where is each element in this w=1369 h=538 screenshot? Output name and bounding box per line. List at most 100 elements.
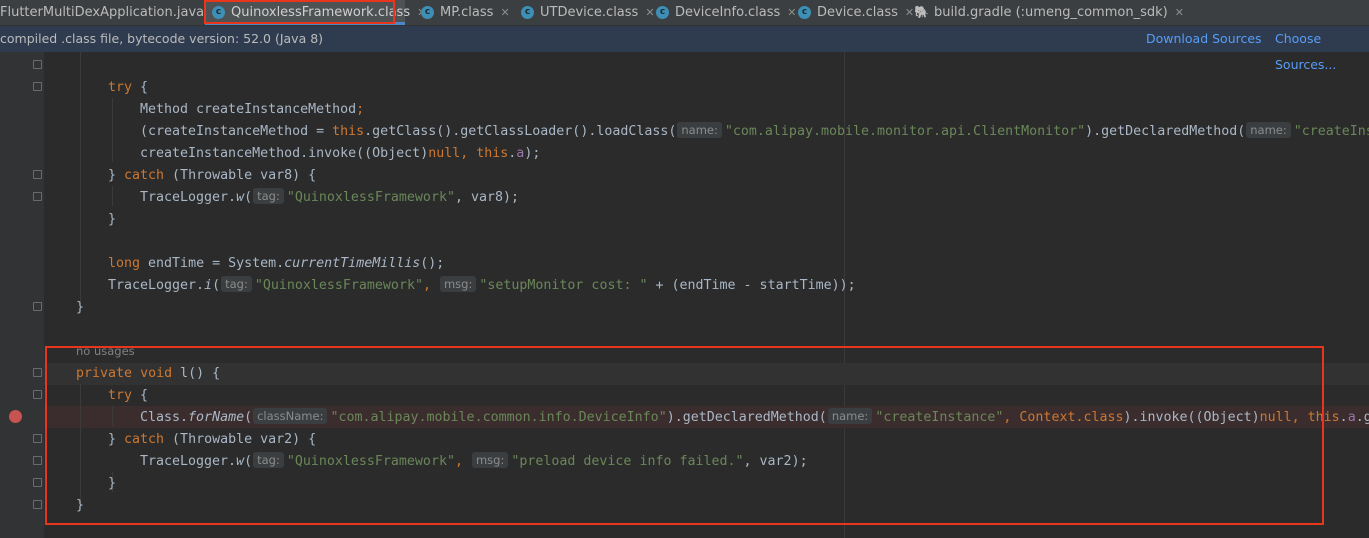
string-literal: "QuinoxlessFramework": [286, 190, 455, 205]
fold-marker-icon[interactable]: [33, 456, 42, 465]
code-text: );: [524, 146, 541, 161]
code-text: ).getDeclaredMethod(: [666, 410, 827, 425]
code-text: .getClass().getClassLoader().loadClass(: [364, 124, 677, 139]
code-line[interactable]: createInstanceMethod.invoke((Object)null…: [140, 143, 540, 165]
code-line[interactable]: TraceLogger.w(tag: "QuinoxlessFramework",…: [140, 451, 808, 473]
breakpoint-icon[interactable]: [9, 410, 22, 423]
tab-utdevice[interactable]: c UTDevice.class ✕: [513, 0, 655, 25]
code-text: ).getDeclaredMethod(: [1085, 124, 1246, 139]
code-text: (: [244, 454, 253, 469]
fold-marker-icon[interactable]: [33, 82, 42, 91]
code-line[interactable]: Method createInstanceMethod;: [140, 99, 364, 121]
keyword: try: [108, 80, 133, 95]
code-line[interactable]: private void l() {: [76, 363, 220, 385]
fold-marker-icon[interactable]: [33, 302, 42, 311]
code-text: (: [244, 410, 253, 425]
current-line-highlight: [44, 363, 1369, 385]
tab-quinoxless-framework[interactable]: c QuinoxlessFramework.class ✕: [205, 0, 426, 25]
parameter-hint: className:: [253, 408, 328, 424]
code-text: ,: [1291, 410, 1308, 425]
fold-marker-icon[interactable]: [33, 500, 42, 509]
code-text: TraceLogger.: [108, 278, 205, 293]
code-text: {: [132, 388, 149, 403]
parameter-hint: name:: [827, 408, 873, 424]
tab-label: UTDevice.class: [540, 5, 639, 20]
code-text: }: [108, 168, 125, 183]
string-literal: "QuinoxlessFramework": [254, 278, 423, 293]
tab-deviceinfo[interactable]: c DeviceInfo.class ✕: [648, 0, 796, 25]
tab-mp[interactable]: c MP.class ✕: [413, 0, 513, 25]
code-text: l() {: [172, 366, 221, 381]
code-line[interactable]: }: [76, 297, 84, 319]
code-line[interactable]: try {: [108, 77, 148, 99]
code-text: Class.: [140, 410, 189, 425]
close-icon[interactable]: ✕: [500, 6, 509, 19]
parameter-hint: tag:: [221, 276, 252, 292]
usages-hint[interactable]: no usages: [76, 344, 135, 358]
code-line[interactable]: } catch (Throwable var8) {: [108, 165, 316, 187]
keyword: null: [1259, 410, 1292, 425]
fold-marker-icon[interactable]: [33, 60, 42, 69]
code-text: {: [132, 80, 149, 95]
fold-marker-icon[interactable]: [33, 478, 42, 487]
code-line[interactable]: try {: [108, 385, 148, 407]
keyword: catch: [124, 168, 165, 183]
code-text: ();: [420, 256, 445, 271]
code-text: Method createInstanceMethod: [140, 102, 357, 117]
code-text: (: [212, 278, 221, 293]
code-text: ,: [454, 454, 471, 469]
keyword: this: [332, 124, 365, 139]
keyword: catch: [124, 432, 165, 447]
indent-guide: [112, 98, 113, 162]
code-text: , Context.: [1003, 410, 1084, 425]
code-text: createInstanceMethod.invoke((Object): [140, 146, 429, 161]
code-text: (: [244, 190, 253, 205]
parameter-hint: name:: [1246, 122, 1291, 138]
method-name: w: [236, 190, 245, 205]
code-line[interactable]: Class.forName(className: "com.alipay.mobi…: [140, 407, 1369, 429]
fold-marker-icon[interactable]: [33, 368, 42, 377]
code-text: }: [76, 300, 85, 315]
code-line[interactable]: }: [108, 473, 116, 495]
method-name: currentTimeMillis: [284, 256, 421, 271]
close-icon[interactable]: ✕: [1175, 6, 1184, 19]
download-sources-link[interactable]: Download Sources: [1146, 26, 1262, 52]
indent-guide: [112, 186, 113, 206]
string-literal: "com.alipay.mobile.common.info.DeviceInf…: [330, 410, 667, 425]
fold-marker-icon[interactable]: [33, 192, 42, 201]
tab-label: Device.class: [817, 5, 898, 20]
editor-gutter[interactable]: [0, 52, 44, 538]
java-class-icon: c: [521, 6, 534, 19]
editor-tab-bar: FlutterMultiDexApplication.java ✕ c Quin…: [0, 0, 1369, 26]
fold-marker-icon[interactable]: [33, 390, 42, 399]
string-literal: "createInstance": [1293, 124, 1369, 139]
tab-label: FlutterMultiDexApplication.java: [0, 5, 205, 20]
fold-marker-icon[interactable]: [33, 170, 42, 179]
code-text: + (endTime - startTime));: [647, 278, 856, 293]
method-name: i: [204, 278, 213, 293]
code-line[interactable]: } catch (Throwable var2) {: [108, 429, 316, 451]
code-line[interactable]: }: [108, 209, 116, 231]
java-class-icon: c: [212, 6, 225, 19]
string-literal: "com.alipay.mobile.monitor.api.ClientMon…: [724, 124, 1086, 139]
code-editor[interactable]: try { Method createInstanceMethod; (crea…: [0, 52, 1369, 538]
fold-marker-icon[interactable]: [33, 434, 42, 443]
keyword: private: [76, 366, 133, 381]
code-line[interactable]: }: [76, 495, 84, 517]
code-line[interactable]: long endTime = System.currentTimeMillis(…: [108, 253, 444, 275]
indent-guide: [112, 406, 113, 426]
code-line[interactable]: TraceLogger.i(tag: "QuinoxlessFramework",…: [108, 275, 856, 297]
code-line[interactable]: TraceLogger.w(tag: "QuinoxlessFramework",…: [140, 187, 519, 209]
parameter-hint: name:: [677, 122, 722, 138]
code-text: (createInstanceMethod =: [140, 124, 333, 139]
code-line[interactable]: (createInstanceMethod = this.getClass().…: [140, 121, 1369, 143]
tab-build-gradle[interactable]: 🐘 build.gradle (:umeng_common_sdk) ✕: [907, 0, 1184, 25]
code-text: ,: [422, 278, 439, 293]
java-class-icon: c: [656, 6, 669, 19]
code-text: , var2);: [743, 454, 808, 469]
string-literal: "preload device info failed.": [511, 454, 744, 469]
tab-device[interactable]: c Device.class ✕: [790, 0, 914, 25]
code-text: }: [76, 498, 85, 513]
tab-flutter-multidex-application[interactable]: FlutterMultiDexApplication.java ✕: [0, 0, 220, 25]
